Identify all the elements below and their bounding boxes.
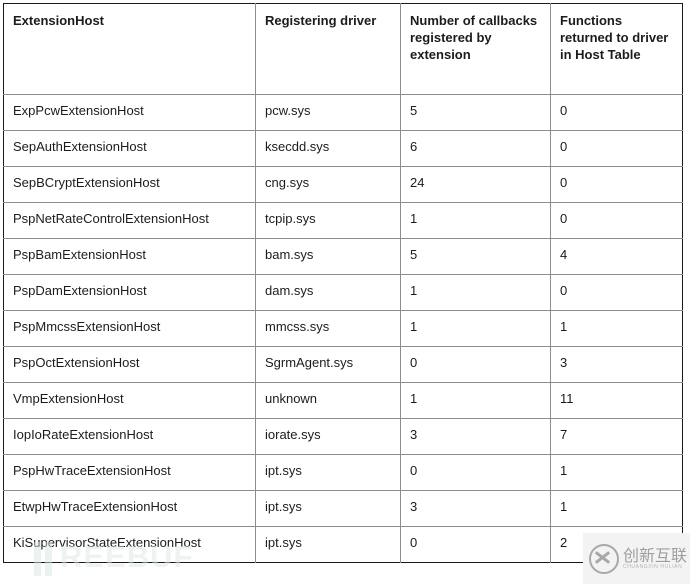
- cell-registering-driver: mmcss.sys: [255, 310, 401, 347]
- cell-functions-returned: 2: [560, 535, 568, 550]
- cell-registering-driver: bam.sys: [255, 238, 401, 275]
- cell-callbacks-registered: 6: [400, 130, 551, 167]
- cell-registering-driver: ipt.sys: [255, 526, 401, 563]
- cell-extension-host: PspDamExtensionHost: [3, 274, 256, 311]
- cell-callbacks-registered: 5: [400, 94, 551, 131]
- cell-functions-returned: 3: [550, 346, 683, 383]
- cell-callbacks-registered: 0: [400, 454, 551, 491]
- cell-functions-returned: 0: [550, 94, 683, 131]
- table-row: PspMmcssExtensionHost mmcss.sys 1 1: [3, 310, 683, 347]
- cell-registering-driver: pcw.sys: [255, 94, 401, 131]
- column-header-extension-host-label: ExtensionHost: [13, 13, 105, 28]
- cell-extension-host: PspOctExtensionHost: [3, 346, 256, 383]
- cell-extension-host: PspHwTraceExtensionHost: [3, 454, 256, 491]
- column-header-callbacks-registered-label: Number of callbacks registered by extens…: [410, 13, 538, 62]
- cell-functions-returned: 11: [550, 382, 683, 419]
- cell-callbacks-registered: 24: [400, 166, 551, 203]
- table-row: IopIoRateExtensionHost iorate.sys 3 7: [3, 418, 683, 455]
- cell-functions-returned: 0: [550, 202, 683, 239]
- cell-functions-returned: 0: [550, 130, 683, 167]
- cell-callbacks-registered: 0: [400, 346, 551, 383]
- table-row: EtwpHwTraceExtensionHost ipt.sys 3 1: [3, 490, 683, 527]
- extension-host-table: ExtensionHost Registering driver Number …: [3, 3, 683, 563]
- cell-registering-driver: tcpip.sys: [255, 202, 401, 239]
- column-header-functions-returned: Functions returned to driver in Host Tab…: [550, 3, 683, 95]
- cell-callbacks-registered: 0: [400, 526, 551, 563]
- cell-registering-driver: ipt.sys: [255, 454, 401, 491]
- table-header-row: ExtensionHost Registering driver Number …: [3, 3, 683, 95]
- table-row: PspNetRateControlExtensionHost tcpip.sys 1…: [3, 202, 683, 239]
- cell-extension-host: IopIoRateExtensionHost: [3, 418, 256, 455]
- cell-callbacks-registered: 1: [400, 274, 551, 311]
- cell-callbacks-registered: 5: [400, 238, 551, 275]
- table-row: PspBamExtensionHost bam.sys 5 4: [3, 238, 683, 275]
- cell-registering-driver: ksecdd.sys: [255, 130, 401, 167]
- cell-functions-returned: 0: [550, 274, 683, 311]
- table-body: ExpPcwExtensionHost pcw.sys 5 0 SepAuthExten…: [3, 94, 683, 563]
- cell-extension-host: EtwpHwTraceExtensionHost: [3, 490, 256, 527]
- cell-functions-returned: 7: [550, 418, 683, 455]
- extension-host-table-container: ExtensionHost Registering driver Number …: [3, 3, 683, 579]
- cell-callbacks-registered: 3: [400, 418, 551, 455]
- cell-extension-host: VmpExtensionHost: [3, 382, 256, 419]
- cell-registering-driver: iorate.sys: [255, 418, 401, 455]
- cell-extension-host: SepAuthExtensionHost: [3, 130, 256, 167]
- table-row: SepBCryptExtensionHost cng.sys 24 0: [3, 166, 683, 203]
- cell-functions-returned: 1: [550, 490, 683, 527]
- table-row: VmpExtensionHost unknown 1 11: [3, 382, 683, 419]
- column-header-callbacks-registered: Number of callbacks registered by extens…: [400, 3, 551, 95]
- cell-functions-returned: 1: [550, 310, 683, 347]
- table-row: ExpPcwExtensionHost pcw.sys 5 0: [3, 94, 683, 131]
- cell-extension-host: PspNetRateControlExtensionHost: [3, 202, 256, 239]
- cell-callbacks-registered: 1: [400, 202, 551, 239]
- table-row: PspOctExtensionHost SgrmAgent.sys 0 3: [3, 346, 683, 383]
- cell-registering-driver: dam.sys: [255, 274, 401, 311]
- column-header-extension-host: ExtensionHost: [3, 3, 256, 95]
- cell-functions-returned: 4: [550, 238, 683, 275]
- cell-registering-driver: ipt.sys: [255, 490, 401, 527]
- column-header-registering-driver-label: Registering driver: [265, 13, 377, 28]
- cell-extension-host: KiSupervisorStateExtensionHost: [3, 526, 256, 563]
- cell-functions-returned: 1: [550, 454, 683, 491]
- table-header: ExtensionHost Registering driver Number …: [3, 3, 683, 95]
- table-row: SepAuthExtensionHost ksecdd.sys 6 0: [3, 130, 683, 167]
- column-header-registering-driver: Registering driver: [255, 3, 401, 95]
- cell-extension-host: PspBamExtensionHost: [3, 238, 256, 275]
- cell-callbacks-registered: 1: [400, 382, 551, 419]
- cell-callbacks-registered: 1: [400, 310, 551, 347]
- cell-extension-host: SepBCryptExtensionHost: [3, 166, 256, 203]
- table-row: PspDamExtensionHost dam.sys 1 0: [3, 274, 683, 311]
- cell-registering-driver: unknown: [255, 382, 401, 419]
- cell-extension-host: PspMmcssExtensionHost: [3, 310, 256, 347]
- cell-registering-driver: SgrmAgent.sys: [255, 346, 401, 383]
- table-row: PspHwTraceExtensionHost ipt.sys 0 1: [3, 454, 683, 491]
- cell-extension-host: ExpPcwExtensionHost: [3, 94, 256, 131]
- cell-functions-returned: 0: [550, 166, 683, 203]
- cell-callbacks-registered: 3: [400, 490, 551, 527]
- column-header-functions-returned-label: Functions returned to driver in Host Tab…: [560, 13, 669, 62]
- cell-registering-driver: cng.sys: [255, 166, 401, 203]
- table-row: KiSupervisorStateExtensionHost ipt.sys 0 2: [3, 526, 683, 563]
